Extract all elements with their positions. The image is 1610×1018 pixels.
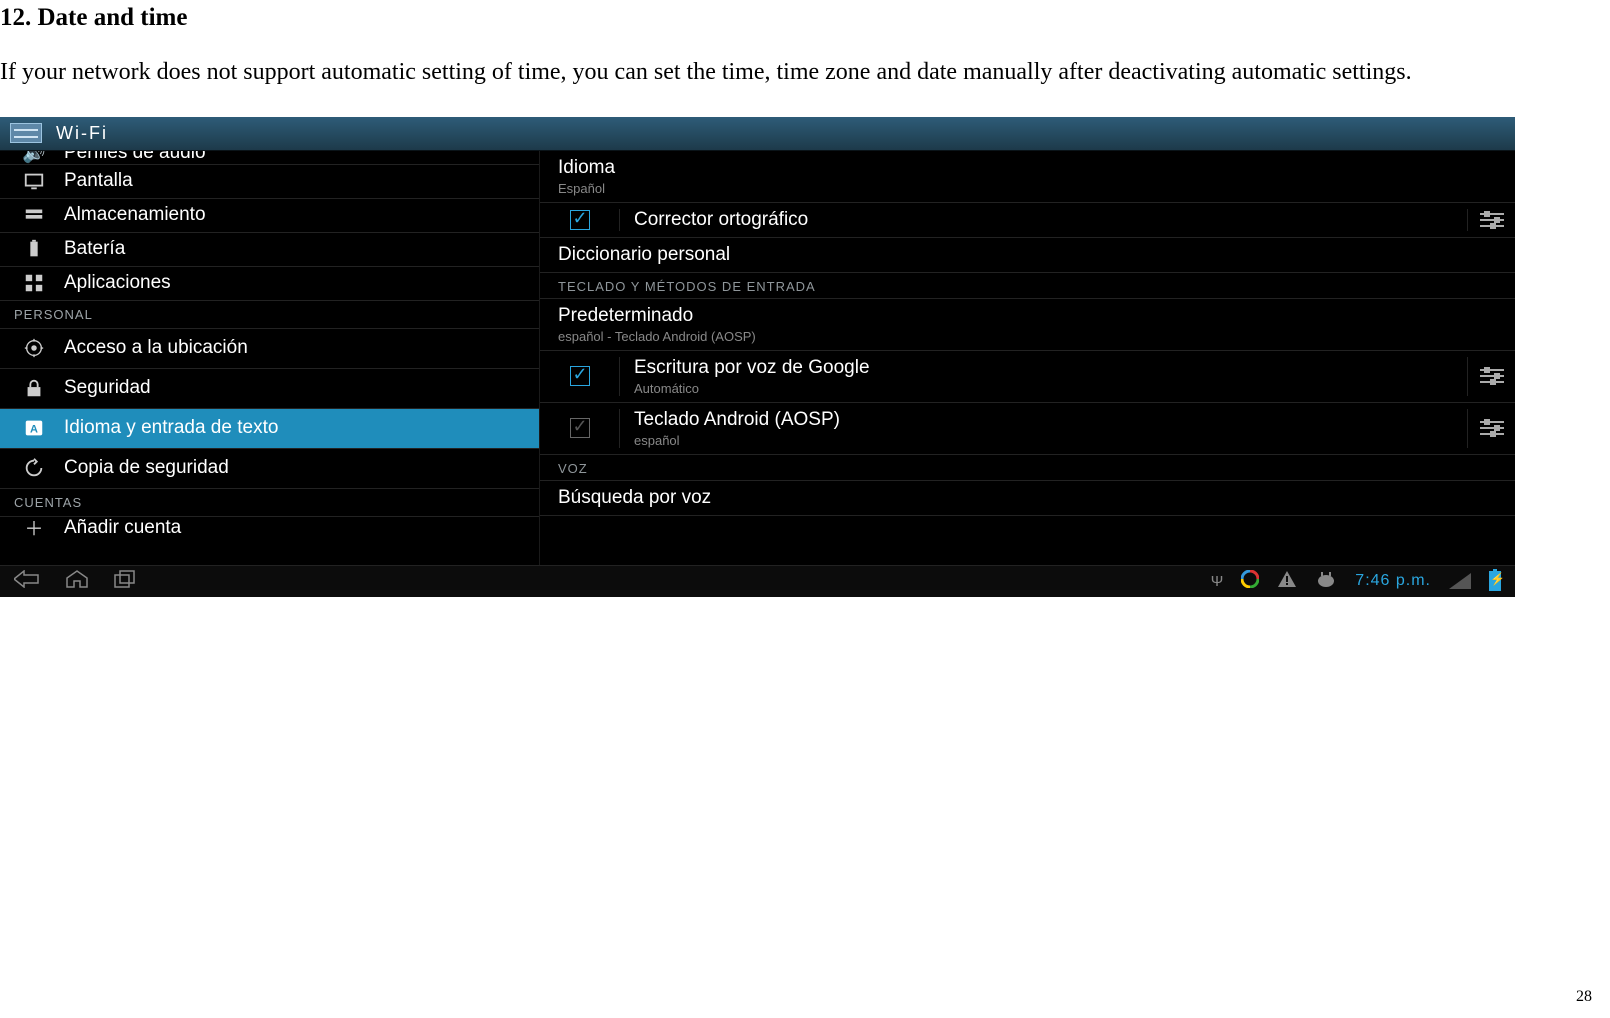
signal-icon — [1449, 573, 1471, 589]
setting-voice-search[interactable]: Búsqueda por voz — [540, 481, 1515, 516]
plus-icon: ＋ — [20, 517, 48, 539]
sidebar-section-personal: PERSONAL — [0, 301, 539, 329]
settings-sliders-button[interactable] — [1467, 409, 1515, 448]
usb-icon: Ψ — [1211, 573, 1224, 590]
sidebar-item-location[interactable]: Acceso a la ubicación — [0, 329, 539, 369]
sliders-icon — [1480, 209, 1504, 231]
battery-icon — [20, 238, 48, 260]
settings-sidebar: 🔊 Perfiles de audio Pantalla Almacenamie… — [0, 151, 540, 565]
android-settings-screenshot: Wi-Fi 🔊 Perfiles de audio Pantalla Almac… — [0, 117, 1515, 597]
system-navbar: Ψ 7:46 p.m. — [0, 565, 1515, 597]
window-titlebar: Wi-Fi — [0, 117, 1515, 151]
setting-personal-dictionary[interactable]: Diccionario personal — [540, 238, 1515, 273]
sliders-icon — [1480, 417, 1504, 439]
sidebar-item-backup[interactable]: Copia de seguridad — [0, 449, 539, 489]
settings-detail-pane: Idioma Español Corrector ortográfico Dic… — [540, 151, 1515, 565]
android-debug-icon — [1315, 571, 1337, 591]
sidebar-item-add-account[interactable]: ＋ Añadir cuenta — [0, 517, 539, 539]
settings-sliders-button[interactable] — [1467, 357, 1515, 396]
sidebar-item-storage[interactable]: Almacenamiento — [0, 199, 539, 233]
sidebar-item-audio-profiles[interactable]: 🔊 Perfiles de audio — [0, 151, 539, 165]
sidebar-item-language-input[interactable]: A Idioma y entrada de texto — [0, 409, 539, 449]
sliders-icon — [1480, 365, 1504, 387]
checkbox-unchecked-icon[interactable] — [570, 418, 590, 438]
setting-google-voice-typing[interactable]: Escritura por voz de Google Automático — [540, 351, 1515, 403]
sidebar-item-battery[interactable]: Batería — [0, 233, 539, 267]
battery-charging-icon — [1489, 571, 1501, 591]
sidebar-item-security[interactable]: Seguridad — [0, 369, 539, 409]
storage-icon — [20, 204, 48, 226]
checkbox-checked-icon[interactable] — [570, 210, 590, 230]
recent-apps-icon[interactable] — [114, 570, 138, 592]
section-voice: VOZ — [540, 455, 1515, 481]
section-heading: 12. Date and time — [0, 4, 1610, 32]
section-paragraph: If your network does not support automat… — [0, 46, 1610, 99]
warning-icon — [1277, 570, 1297, 592]
apps-icon — [20, 272, 48, 294]
settings-sliders-button[interactable] — [1467, 209, 1515, 231]
sync-icon — [1241, 570, 1259, 592]
page-number: 28 — [1576, 988, 1592, 1006]
setting-language[interactable]: Idioma Español — [540, 151, 1515, 203]
sidebar-item-apps[interactable]: Aplicaciones — [0, 267, 539, 301]
sidebar-section-accounts: CUENTAS — [0, 489, 539, 517]
language-icon: A — [20, 417, 48, 439]
back-icon[interactable] — [14, 570, 40, 592]
sidebar-item-display[interactable]: Pantalla — [0, 165, 539, 199]
home-icon[interactable] — [66, 570, 88, 592]
location-icon — [20, 337, 48, 359]
setting-spell-checker[interactable]: Corrector ortográfico — [540, 203, 1515, 238]
backup-icon — [20, 457, 48, 479]
setting-default-keyboard[interactable]: Predeterminado español - Teclado Android… — [540, 299, 1515, 351]
section-keyboard-methods: TECLADO Y MÉTODOS DE ENTRADA — [540, 273, 1515, 299]
checkbox-checked-icon[interactable] — [570, 366, 590, 386]
lock-icon — [20, 377, 48, 399]
settings-icon — [10, 123, 42, 143]
display-icon — [20, 170, 48, 192]
svg-text:A: A — [30, 424, 38, 436]
status-clock: 7:46 p.m. — [1355, 572, 1431, 590]
audio-icon: 🔊 — [20, 151, 48, 164]
window-title: Wi-Fi — [56, 123, 108, 144]
setting-aosp-keyboard[interactable]: Teclado Android (AOSP) español — [540, 403, 1515, 455]
